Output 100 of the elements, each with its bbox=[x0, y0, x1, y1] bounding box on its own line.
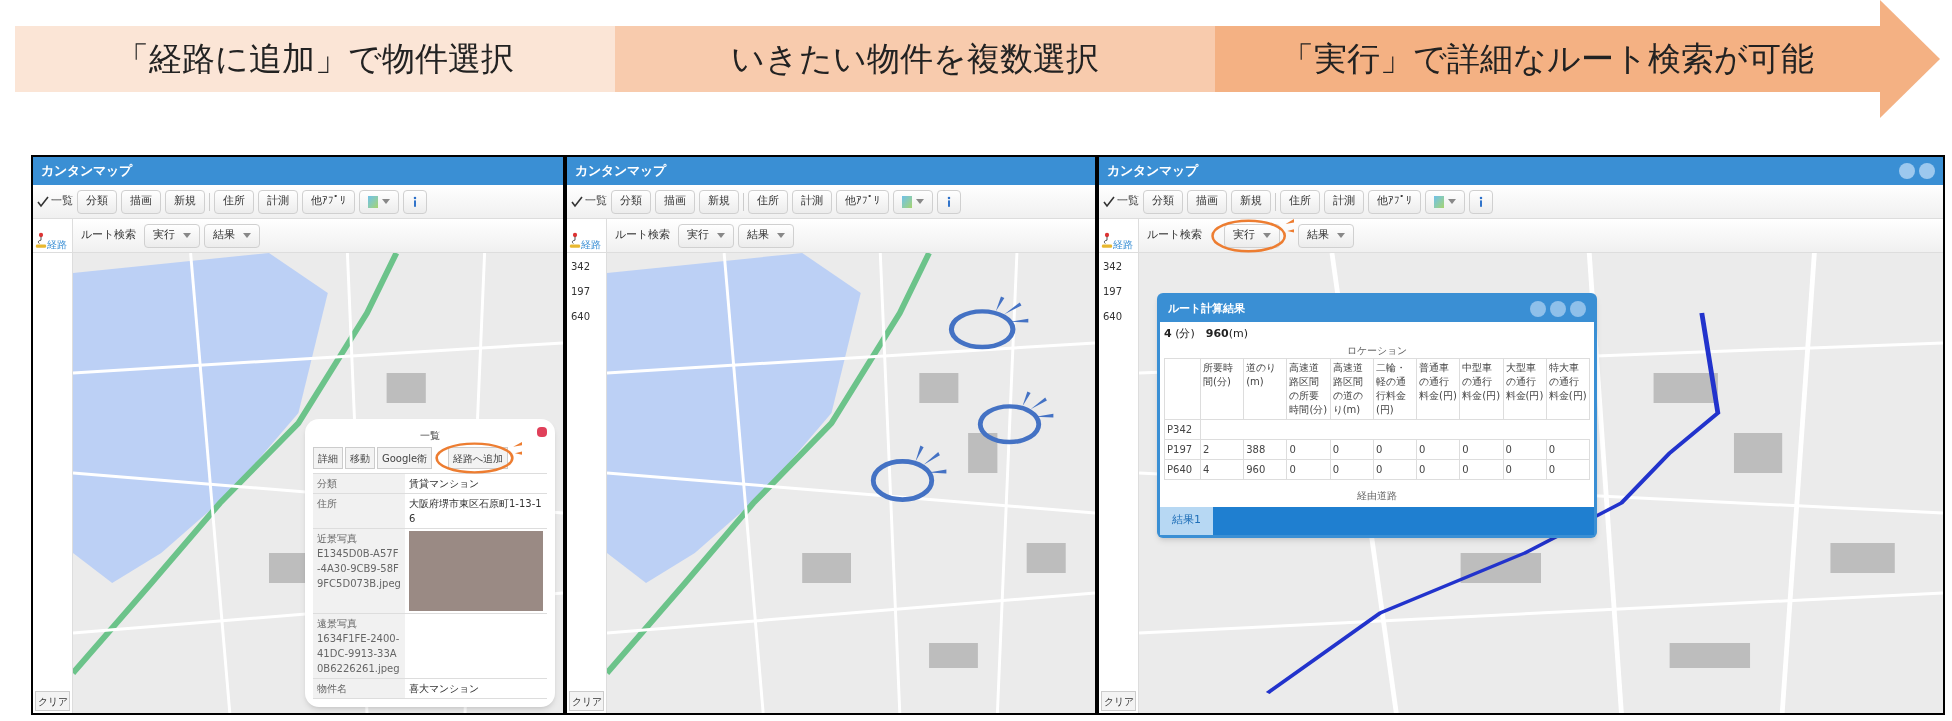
column-header: 中型車の通行料金(円) bbox=[1460, 358, 1504, 420]
column-header: 大型車の通行料金(円) bbox=[1503, 358, 1547, 420]
toolbar-button[interactable]: 住所 bbox=[748, 189, 788, 214]
popup-title: 一覧 bbox=[420, 428, 440, 443]
route-point-item[interactable]: 640 bbox=[1103, 309, 1134, 324]
checkbox-label: 一覧 bbox=[585, 193, 607, 210]
file-name: 1634F1FE-2400-41DC-9913-33A0B6226261.jpeg bbox=[317, 632, 401, 676]
table-cell: 0 bbox=[1546, 459, 1590, 480]
close-icon[interactable] bbox=[1570, 301, 1586, 317]
toolbar-button[interactable]: 結果 bbox=[1298, 223, 1354, 248]
route-point-item[interactable]: 342 bbox=[571, 259, 602, 274]
caret-icon bbox=[1263, 233, 1271, 238]
layer-dropdown[interactable] bbox=[893, 189, 933, 214]
toolbar-button[interactable]: 実行 bbox=[1224, 223, 1280, 248]
caret-icon bbox=[916, 199, 924, 204]
row-value: 賃貸マンション bbox=[409, 478, 479, 489]
popup-button[interactable]: 詳細 bbox=[313, 447, 343, 469]
route-search-label: ルート検索 bbox=[614, 227, 671, 244]
file-name: E1345D0B-A57F-4A30-9CB9-58F9FC5D073B.jpeg bbox=[317, 547, 401, 591]
collapse-icon[interactable] bbox=[1530, 301, 1546, 317]
table-cell: 2 bbox=[1201, 439, 1245, 460]
info-button[interactable] bbox=[1469, 189, 1493, 214]
route-point-item[interactable]: 342 bbox=[1103, 259, 1134, 274]
checkbox[interactable] bbox=[1103, 195, 1115, 208]
column-header: 道のり(m) bbox=[1244, 358, 1288, 420]
layer-dropdown[interactable] bbox=[1425, 189, 1465, 214]
column-header: 特大車の通行料金(円) bbox=[1546, 358, 1590, 420]
route-search-label: ルート検索 bbox=[1146, 227, 1203, 244]
row-value: 喜大マンション bbox=[409, 683, 479, 694]
row-value: 大阪府堺市東区石原町1-13-16 bbox=[409, 498, 542, 524]
row-label: 物件名 bbox=[317, 682, 348, 696]
clear-button[interactable]: クリア bbox=[1101, 691, 1136, 711]
caret-icon bbox=[1337, 233, 1345, 238]
toolbar-button[interactable]: 分類 bbox=[611, 189, 651, 214]
column-header: 二輪・軽の通行料金(円) bbox=[1373, 358, 1418, 420]
popup-button[interactable]: 経路へ追加 bbox=[448, 447, 509, 469]
column-header: 高速道路区間の道のり(m) bbox=[1330, 358, 1374, 420]
checkmark-icon bbox=[1103, 195, 1115, 208]
move-icon[interactable] bbox=[1899, 163, 1915, 179]
close-icon[interactable] bbox=[1919, 163, 1935, 179]
caret-icon bbox=[777, 233, 785, 238]
table-cell: 0 bbox=[1460, 439, 1504, 460]
route-point-item[interactable]: 197 bbox=[571, 284, 602, 299]
map-layer-icon bbox=[368, 195, 378, 208]
popup-button[interactable]: 移動 bbox=[345, 447, 375, 469]
table-cell: 0 bbox=[1330, 439, 1374, 460]
result-tab[interactable]: 結果1 bbox=[1160, 506, 1213, 535]
clear-button[interactable]: クリア bbox=[569, 691, 604, 711]
route-point-item[interactable]: 197 bbox=[1103, 284, 1134, 299]
route-search-label: ルート検索 bbox=[80, 227, 137, 244]
toolbar-button[interactable]: 住所 bbox=[1280, 189, 1320, 214]
route-mode-button[interactable]: 経路 bbox=[1099, 219, 1139, 252]
minimize-icon[interactable] bbox=[1550, 301, 1566, 317]
info-button[interactable] bbox=[937, 189, 961, 214]
row-label: 住所 bbox=[317, 497, 338, 511]
route-mode-button[interactable]: 経路 bbox=[33, 219, 73, 252]
row-label: 遠景写真 bbox=[317, 617, 358, 631]
window-title: カンタンマップ bbox=[1107, 162, 1198, 181]
column-header: 高速道路区間の所要時間(分) bbox=[1287, 358, 1331, 420]
toolbar-button[interactable]: 計測 bbox=[258, 189, 298, 214]
toolbar-button[interactable]: 計測 bbox=[792, 189, 832, 214]
table-cell: 0 bbox=[1503, 459, 1547, 480]
toolbar-button[interactable]: 結果 bbox=[204, 223, 260, 248]
route-point-item[interactable]: 640 bbox=[571, 309, 602, 324]
layer-dropdown[interactable] bbox=[359, 189, 399, 214]
toolbar-button[interactable]: 他ｱﾌﾟﾘ bbox=[302, 189, 355, 214]
table-cell: 0 bbox=[1373, 439, 1418, 460]
section-heading: 経由道路 bbox=[1356, 488, 1398, 503]
toolbar-button[interactable]: 描画 bbox=[1187, 189, 1227, 214]
clear-button[interactable]: クリア bbox=[35, 691, 70, 711]
checkbox[interactable] bbox=[571, 195, 583, 208]
toolbar-button[interactable]: 他ｱﾌﾟﾘ bbox=[836, 189, 889, 214]
toolbar-button[interactable]: 実行 bbox=[678, 223, 734, 248]
toolbar-button[interactable]: 分類 bbox=[77, 189, 117, 214]
toolbar-button[interactable]: 新規 bbox=[1231, 189, 1271, 214]
table-cell: 0 bbox=[1546, 439, 1590, 460]
window-title: ルート計算結果 bbox=[1168, 300, 1245, 317]
popup-button[interactable]: Google衛 bbox=[377, 447, 433, 469]
info-icon bbox=[411, 195, 419, 208]
toolbar-button[interactable]: 結果 bbox=[738, 223, 794, 248]
table-cell: 0 bbox=[1417, 439, 1461, 460]
step-banner: 「経路に追加」で物件選択 bbox=[15, 26, 615, 92]
table-cell: 0 bbox=[1287, 439, 1331, 460]
info-icon bbox=[945, 195, 953, 208]
checkbox[interactable] bbox=[37, 195, 49, 208]
toolbar-button[interactable]: 描画 bbox=[121, 189, 161, 214]
toolbar-button[interactable]: 実行 bbox=[144, 223, 200, 248]
toolbar-button[interactable]: 住所 bbox=[214, 189, 254, 214]
toolbar-button[interactable]: 描画 bbox=[655, 189, 695, 214]
map-layer-icon bbox=[902, 195, 912, 208]
step-banner: いきたい物件を複数選択 bbox=[615, 26, 1215, 92]
info-button[interactable] bbox=[403, 189, 427, 214]
close-icon[interactable] bbox=[537, 427, 547, 437]
toolbar-button[interactable]: 他ｱﾌﾟﾘ bbox=[1368, 189, 1421, 214]
row-header: P197 bbox=[1165, 439, 1201, 460]
toolbar-button[interactable]: 新規 bbox=[165, 189, 205, 214]
toolbar-button[interactable]: 新規 bbox=[699, 189, 739, 214]
toolbar-button[interactable]: 分類 bbox=[1143, 189, 1183, 214]
toolbar-button[interactable]: 計測 bbox=[1324, 189, 1364, 214]
route-mode-button[interactable]: 経路 bbox=[567, 219, 607, 252]
